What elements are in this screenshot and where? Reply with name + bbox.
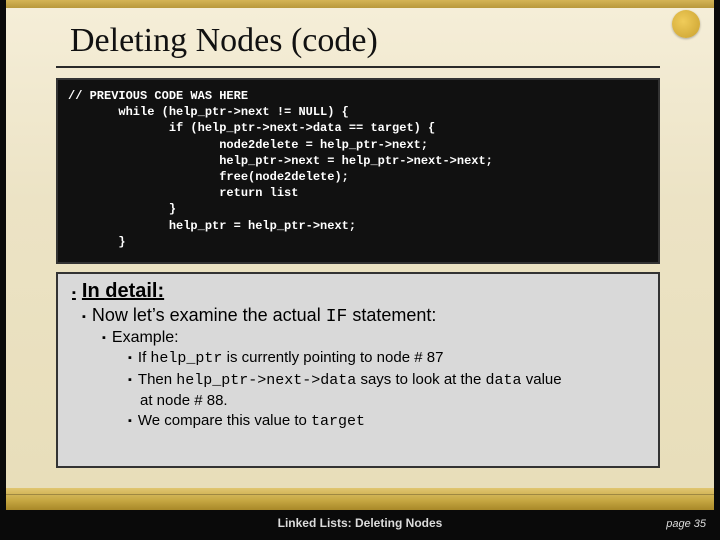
bottom-accent-bar [6, 488, 714, 510]
slide: Deleting Nodes (code) // PREVIOUS CODE W… [0, 0, 720, 540]
title-underline [56, 66, 660, 68]
inline-code: data [486, 372, 522, 389]
inline-code: help_ptr [150, 350, 222, 367]
code-line: free(node2delete); [68, 170, 349, 184]
detail-heading: In detail: [72, 280, 644, 303]
inline-code: target [311, 413, 365, 430]
example-label: Example: [102, 329, 644, 347]
code-line: help_ptr->next = help_ptr->next->next; [68, 154, 493, 168]
slide-title: Deleting Nodes (code) [70, 22, 378, 60]
inline-code: IF [326, 307, 348, 327]
code-line: help_ptr = help_ptr->next; [68, 219, 356, 233]
page-number: page 35 [666, 518, 706, 530]
detail-bullet-2-cont: at node # 88. [140, 391, 644, 411]
code-line: if (help_ptr->next->data == target) { [68, 121, 435, 135]
code-block: // PREVIOUS CODE WAS HERE while (help_pt… [56, 78, 660, 264]
detail-bullet-1: If help_ptr is currently pointing to nod… [128, 348, 644, 369]
code-line: } [68, 202, 176, 216]
detail-box: In detail: Now let’s examine the actual … [56, 272, 660, 468]
top-accent-bar [6, 0, 714, 8]
code-line: while (help_ptr->next != NULL) { [68, 105, 349, 119]
code-line: return list [68, 186, 298, 200]
footer-title: Linked Lists: Deleting Nodes [0, 516, 720, 530]
detail-bullet-2: Then help_ptr->next->data says to look a… [128, 370, 644, 391]
code-line: node2delete = help_ptr->next; [68, 138, 428, 152]
detail-bullet-3: We compare this value to target [128, 411, 644, 432]
code-line: } [68, 235, 126, 249]
code-line: // PREVIOUS CODE WAS HERE [68, 89, 248, 103]
inline-code: help_ptr->next->data [176, 372, 356, 389]
logo-icon [672, 10, 700, 38]
detail-line-1: Now let’s examine the actual IF statemen… [82, 305, 644, 327]
